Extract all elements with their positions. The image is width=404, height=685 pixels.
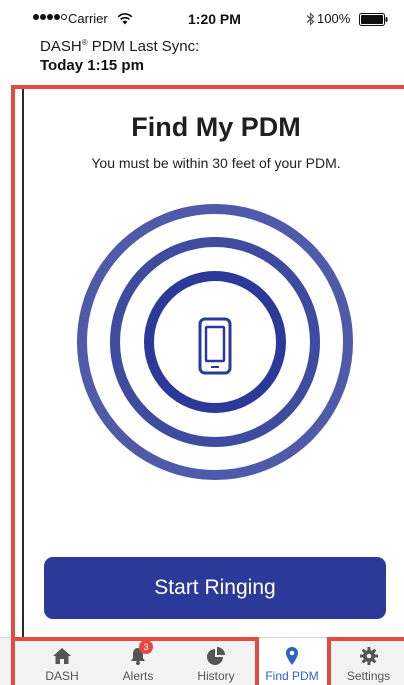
- carrier-name: Carrier: [68, 11, 108, 26]
- annotation-box-settings-tab: [327, 637, 404, 685]
- signal-rings-graphic: [77, 204, 353, 480]
- bluetooth-icon: [306, 12, 315, 26]
- page-title: Find My PDM: [131, 112, 301, 142]
- range-instruction: You must be within 30 feet of your PDM.: [91, 155, 341, 171]
- signal-ring-inner: [144, 271, 286, 413]
- location-pin-icon: [286, 647, 298, 665]
- tab-find-pdm-label: Find PDM: [265, 669, 319, 683]
- annotation-box-left-tabs: [11, 637, 259, 685]
- signal-strength-icon: [33, 14, 67, 20]
- status-bar: Carrier 1:20 PM 100%: [0, 0, 404, 38]
- last-sync-label: DASH® PDM Last Sync:: [40, 38, 200, 55]
- tab-find-pdm[interactable]: Find PDM: [256, 638, 328, 685]
- battery-icon: [359, 13, 388, 26]
- start-ringing-button[interactable]: Start Ringing: [44, 557, 386, 619]
- signal-ring-outer: [77, 204, 353, 480]
- clock-time: 1:20 PM: [188, 11, 241, 27]
- last-sync-time: Today 1:15 pm: [40, 57, 144, 74]
- wifi-icon: [117, 13, 133, 25]
- pdm-device-icon: [198, 317, 232, 375]
- content-edge-divider: [22, 89, 24, 639]
- battery-percentage: 100%: [317, 11, 351, 26]
